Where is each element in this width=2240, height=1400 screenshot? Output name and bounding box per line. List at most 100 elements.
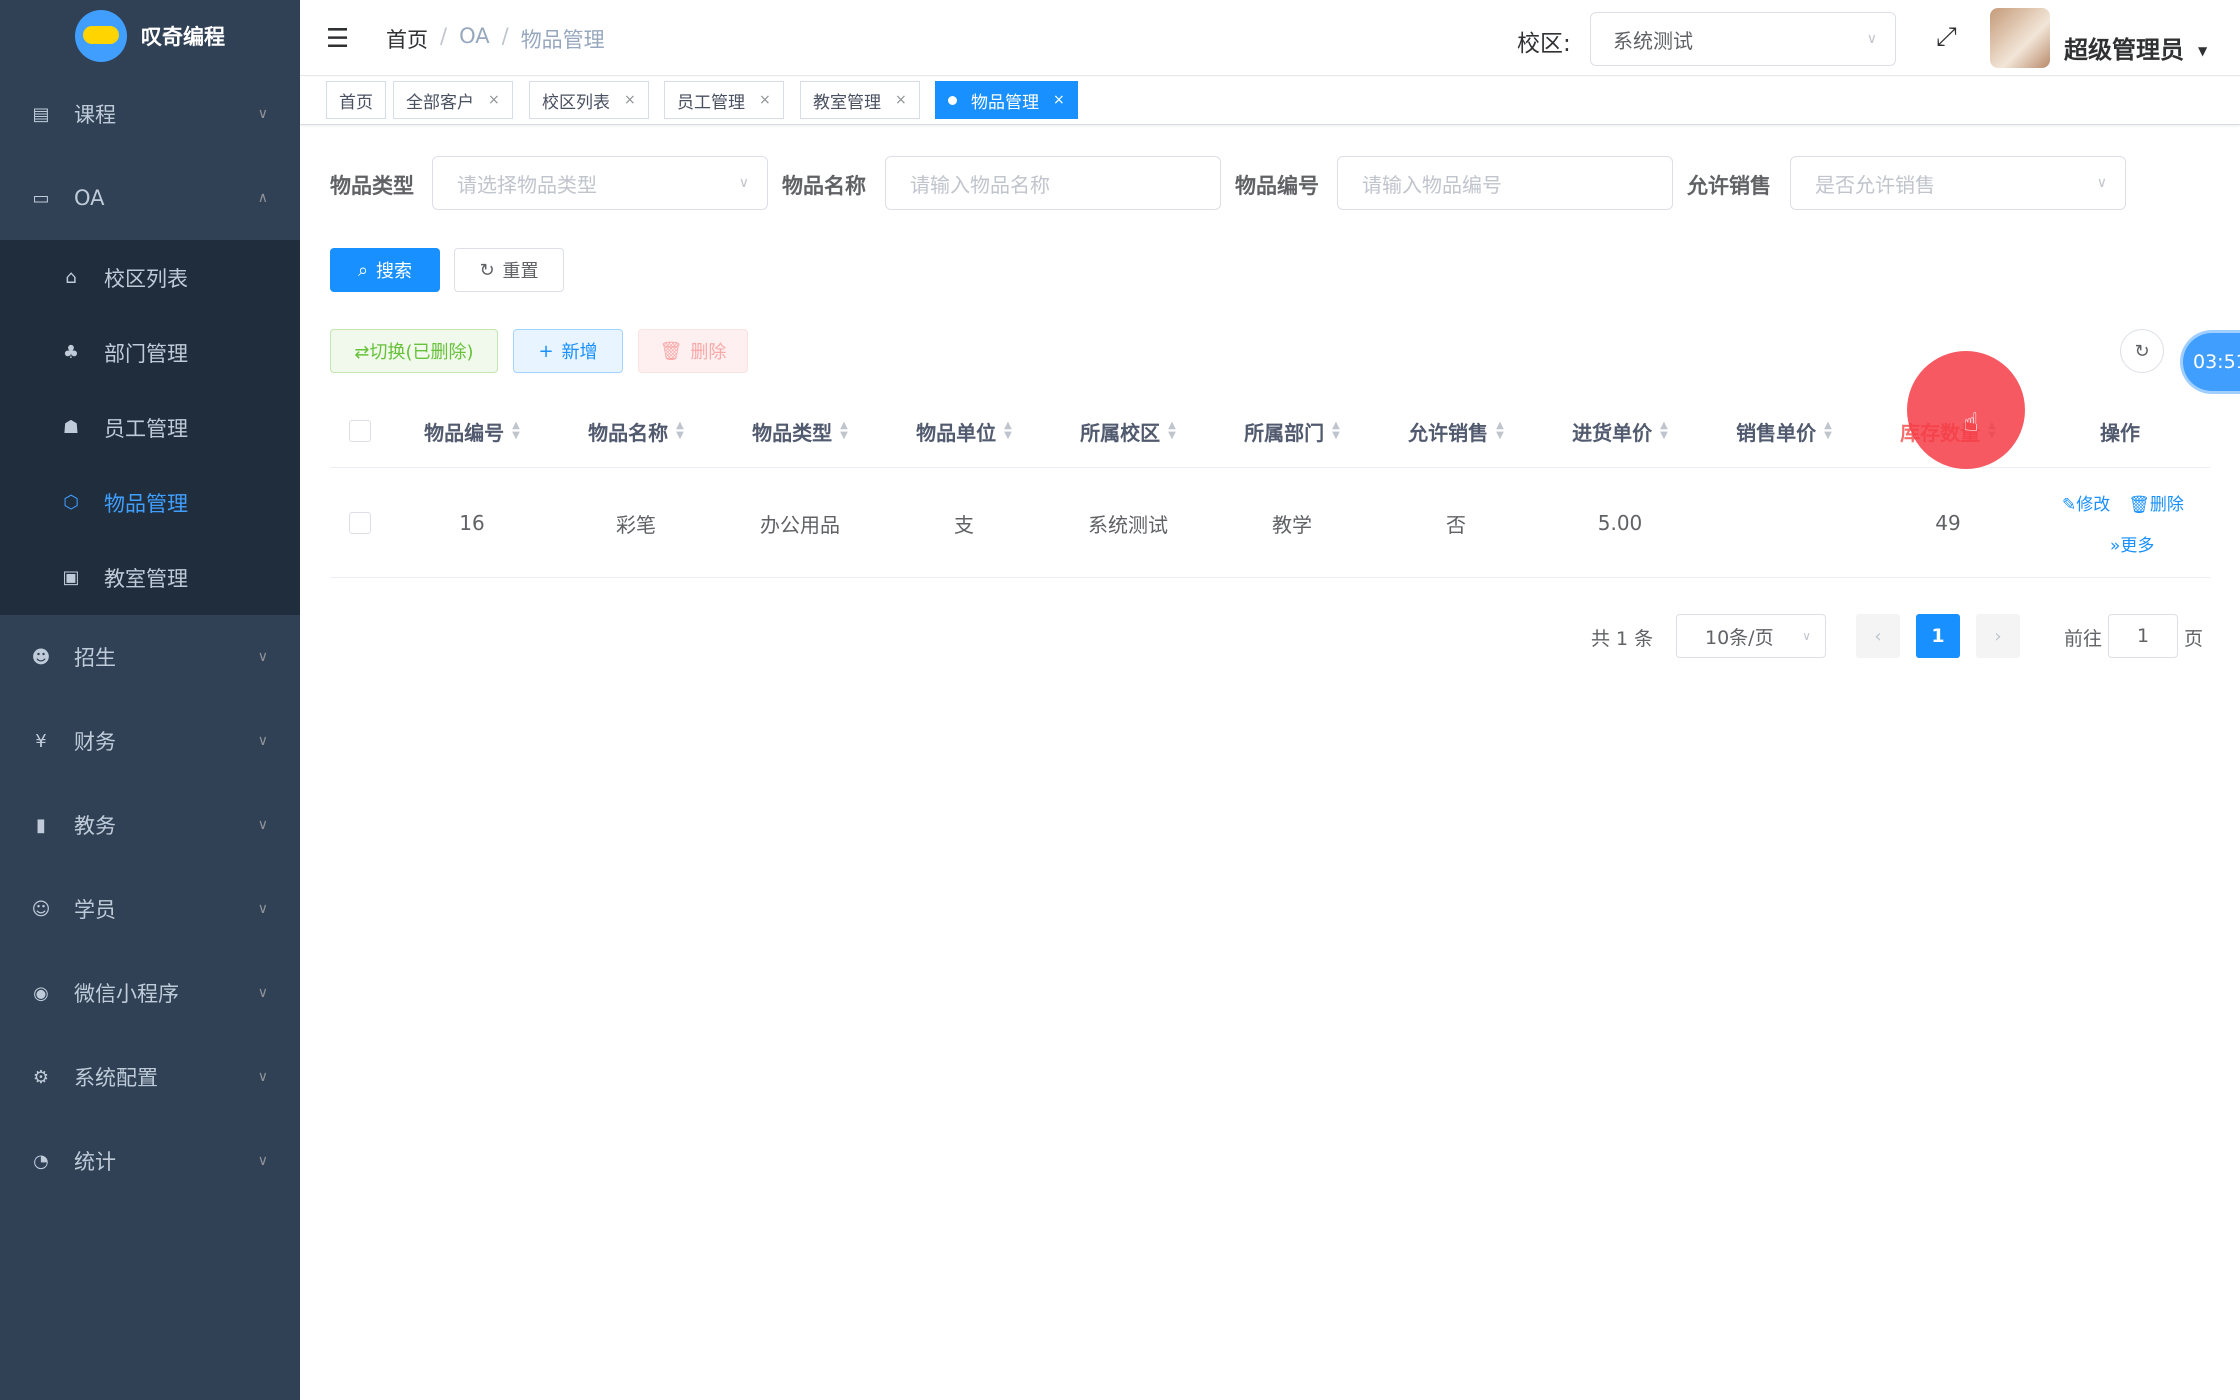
sidebar-item-course[interactable]: ▤ 课程 ∨ [0,72,300,156]
tag-home[interactable]: 首页 [326,81,386,119]
timer-badge[interactable]: 03:51 [2180,330,2240,394]
close-icon[interactable]: × [759,92,771,108]
chevron-down-icon: ∨ [257,106,268,122]
delete-link[interactable]: 🗑删除 [2128,490,2184,515]
col-header-unit[interactable]: 物品单位 ▲ ▼ [882,394,1046,468]
col-header-sell-price[interactable]: 销售单价 ▲ ▼ [1702,394,1866,468]
sidebar-item-oa[interactable]: ▭ OA ∧ [0,156,300,240]
chevron-down-icon: ∨ [257,817,268,833]
cube-icon: ⬡ [63,492,79,513]
refresh-table-icon[interactable]: ↻ [2120,329,2164,373]
tag-label: 教室管理 [813,92,881,113]
next-page-button[interactable]: › [1976,614,2020,658]
prev-page-button[interactable]: ‹ [1856,614,1900,658]
sidebar-item-students[interactable]: ☺ 学员 ∨ [0,867,300,951]
col-header-dept[interactable]: 所属部门 ▲ ▼ [1210,394,1374,468]
tag-classroom[interactable]: 教室管理 × [800,81,920,119]
sort-icon[interactable]: ▲▼ [840,421,848,441]
home-icon: ⌂ [65,267,77,288]
col-header-label: 允许销售 [1408,420,1489,445]
sidebar-item-campus-list[interactable]: ⌂ 校区列表 [0,240,300,315]
col-header-code[interactable]: 物品编号 ▲ ▼ [390,394,554,468]
user-name[interactable]: 超级管理员 [2064,30,2184,65]
close-icon[interactable]: × [1053,92,1065,108]
edit-link[interactable]: ✎修改 [2062,490,2110,515]
col-header-label: 所属部门 [1244,420,1325,445]
tag-goods[interactable]: 物品管理 × [935,81,1078,119]
sort-icon[interactable]: ▲▼ [1496,421,1504,441]
sidebar-item-stats[interactable]: ◔ 统计 ∨ [0,1119,300,1203]
sort-icon[interactable]: ▲▼ [1332,421,1340,441]
users-icon: ☺ [31,898,51,920]
sidebar-item-label: 招生 [74,646,116,670]
hand-cursor-icon: ☝ [1963,408,1979,438]
tag-staff[interactable]: 员工管理 × [664,81,784,119]
filter-name-input[interactable]: 请输入物品名称 [885,156,1221,210]
col-header-buy-price[interactable]: 进货单价 ▲ ▼ [1538,394,1702,468]
user-add-icon: ☻ [31,646,51,668]
select-all-checkbox[interactable] [349,420,371,442]
search-button[interactable]: ⌕ 搜索 [330,248,440,292]
fullscreen-icon[interactable]: ⤢ [1936,22,1957,53]
sidebar-item-enroll[interactable]: ☻ 招生 ∨ [0,615,300,699]
table-row: 16 彩笔 办公用品 支 系统测试 教学 否 5.00 49 ✎修改 🗑删除 »… [330,468,2210,578]
tag-campus-list[interactable]: 校区列表 × [529,81,649,119]
sidebar-item-department[interactable]: ♣ 部门管理 [0,315,300,390]
col-header-sale[interactable]: 允许销售 ▲ ▼ [1374,394,1538,468]
page-size-value: 10条/页 [1705,626,1774,649]
book-icon: ▤ [32,103,50,125]
sort-icon[interactable]: ▲▼ [1004,421,1012,441]
col-header-name[interactable]: 物品名称 ▲ ▼ [554,394,718,468]
sidebar-item-finance[interactable]: ¥ 财务 ∨ [0,699,300,783]
campus-select[interactable]: 系统测试 ∨ [1590,12,1896,66]
filter-sale-select[interactable]: 是否允许销售 ∨ [1790,156,2126,210]
trash-icon: 🗑 [2128,495,2150,515]
sidebar-item-label: 系统配置 [74,1066,158,1090]
page-number-current[interactable]: 1 [1916,614,1960,658]
sidebar-item-label: 部门管理 [104,341,188,366]
caret-down-icon[interactable]: ▼ [2198,44,2207,58]
sort-icon[interactable]: ▲▼ [676,421,684,441]
filter-sale-placeholder: 是否允许销售 [1815,172,1935,197]
sort-icon[interactable]: ▲▼ [512,421,520,441]
filter-type-label: 物品类型 [330,174,414,198]
cell-name: 彩笔 [616,512,656,537]
sort-icon[interactable]: ▲▼ [1168,421,1176,441]
filter-code-input[interactable]: 请输入物品编号 [1337,156,1673,210]
hamburger-icon[interactable]: ☰ [326,24,349,54]
col-header-campus[interactable]: 所属校区 ▲ ▼ [1046,394,1210,468]
sort-icon[interactable]: ▲▼ [1824,421,1832,441]
row-checkbox[interactable] [349,512,371,534]
col-header-label: 操作 [2100,420,2140,445]
sidebar-item-label: OA [74,186,105,210]
sidebar-item-academic[interactable]: ▮ 教务 ∨ [0,783,300,867]
org-tree-icon: ♣ [62,342,80,363]
close-icon[interactable]: × [895,92,907,108]
close-icon[interactable]: × [488,92,500,108]
reset-button[interactable]: ↻ 重置 [454,248,564,292]
filter-type-select[interactable]: 请选择物品类型 ∨ [432,156,768,210]
miniapp-icon: ◉ [33,982,49,1004]
breadcrumb-item[interactable]: 首页 [386,24,428,54]
delete-button[interactable]: 🗑 删除 [638,329,748,373]
sidebar-item-staff[interactable]: ☗ 员工管理 [0,390,300,465]
page-size-select[interactable]: 10条/页 ∨ [1676,614,1826,658]
avatar[interactable] [1990,8,2050,68]
tag-label: 首页 [339,92,373,113]
sidebar-item-settings[interactable]: ⚙ 系统配置 ∨ [0,1035,300,1119]
more-link[interactable]: »更多 [2062,531,2202,556]
close-icon[interactable]: × [624,92,636,108]
sidebar-item-goods[interactable]: ⬡ 物品管理 [0,465,300,540]
sidebar-item-miniapp[interactable]: ◉ 微信小程序 ∨ [0,951,300,1035]
switch-deleted-button[interactable]: ⇄切换(已删除) [330,329,498,373]
col-header-type[interactable]: 物品类型 ▲ ▼ [718,394,882,468]
add-button[interactable]: + 新增 [513,329,623,373]
chevron-down-icon: ∨ [257,649,268,665]
oa-submenu: ⌂ 校区列表 ♣ 部门管理 ☗ 员工管理 ⬡ 物品管理 ▣ 教室管理 [0,240,300,615]
tag-customers[interactable]: 全部客户 × [393,81,513,119]
sort-icon[interactable]: ▲▼ [1660,421,1668,441]
filter-type-placeholder: 请选择物品类型 [457,172,597,197]
goto-page-input[interactable]: 1 [2108,614,2178,658]
col-header-label: 物品编号 [424,420,505,445]
sidebar-item-classroom[interactable]: ▣ 教室管理 [0,540,300,615]
